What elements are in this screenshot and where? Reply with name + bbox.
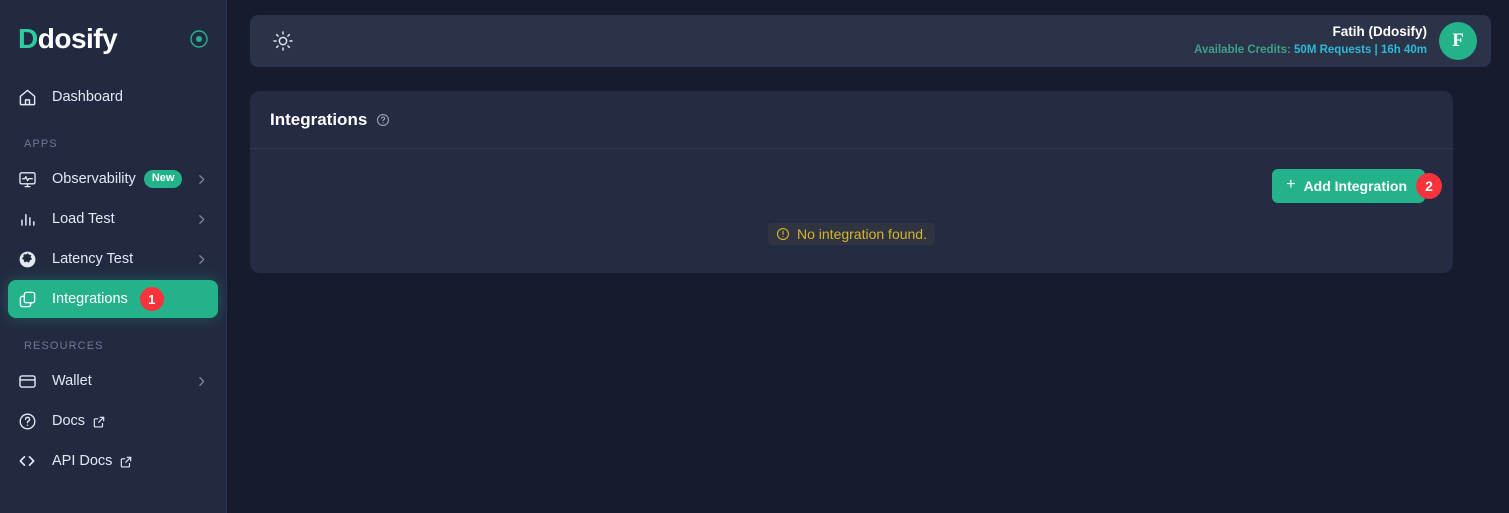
chevron-right-icon [195,375,208,388]
integrations-card: Integrations + Add Integration 2 No inte… [250,91,1453,273]
monitor-pulse-icon [16,168,38,190]
sidebar-item-label: Wallet [52,373,92,389]
card-actions: + Add Integration 2 [270,169,1442,203]
step-badge-1: 1 [139,287,164,311]
sidebar-nav: Dashboard APPS Observability New Load Te… [0,78,226,513]
chevron-right-icon [195,173,208,186]
credits-line: Available Credits: 50M Requests | 16h 40… [1194,43,1427,57]
sidebar-item-dashboard[interactable]: Dashboard [8,78,218,116]
add-integration-wrapper: + Add Integration 2 [1272,169,1442,203]
plus-icon: + [1286,176,1296,193]
sun-icon[interactable] [270,28,296,54]
sidebar-header: Ddosify [0,0,226,78]
sidebar-item-wallet[interactable]: Wallet [8,362,218,400]
add-integration-label: Add Integration [1303,178,1407,194]
sidebar-item-integrations[interactable]: Integrations 1 [8,280,218,318]
sidebar-item-latency-test[interactable]: Latency Test [8,240,218,278]
logo-first-letter: D [18,23,38,54]
warning-circle-icon [776,227,790,241]
credits-label: Available Credits: [1194,44,1291,57]
question-circle-icon [16,410,38,432]
user-area[interactable]: Fatih (Ddosify) Available Credits: 50M R… [1194,22,1477,60]
new-badge: New [143,170,183,188]
sidebar-item-label: Latency Test [52,251,134,267]
card-body: + Add Integration 2 No integration found… [250,149,1453,273]
sidebar-item-observability[interactable]: Observability New [8,160,218,198]
sidebar-item-label: Dashboard [52,89,123,105]
logo-rest: dosify [37,23,118,54]
user-name: Fatih (Ddosify) [1332,24,1428,40]
add-integration-button[interactable]: + Add Integration [1272,169,1425,203]
sidebar-item-label: Integrations [52,291,128,307]
card-header: Integrations [250,91,1453,149]
external-link-icon [119,455,133,469]
sidebar-item-api-docs[interactable]: API Docs [8,442,218,480]
sidebar-section-resources-label: RESOURCES [24,340,104,352]
globe-icon [16,248,38,270]
top-bar: Fatih (Ddosify) Available Credits: 50M R… [250,15,1491,67]
chevron-right-icon [195,253,208,266]
empty-state-message: No integration found. [768,223,935,245]
sidebar-item-load-test[interactable]: Load Test [8,200,218,238]
page-title: Integrations [270,109,368,129]
app-logo[interactable]: Ddosify [18,23,118,54]
chevron-right-icon [195,213,208,226]
empty-state: No integration found. [270,223,1433,245]
external-link-icon [92,415,106,429]
sidebar-item-label: Docs [52,413,86,429]
step-badge-2: 2 [1416,173,1442,199]
integrations-icon [16,288,38,310]
card-icon [16,370,38,392]
sidebar-item-label: Observability [52,171,136,187]
circle-dot-icon[interactable] [188,28,210,50]
avatar[interactable]: F [1439,22,1477,60]
code-brackets-icon [16,450,38,472]
user-info: Fatih (Ddosify) Available Credits: 50M R… [1194,24,1427,57]
credits-value: 50M Requests | 16h 40m [1294,44,1427,57]
home-icon [16,86,38,108]
empty-state-text: No integration found. [797,226,927,242]
main-content: Fatih (Ddosify) Available Credits: 50M R… [227,0,1509,513]
bar-chart-icon [16,208,38,230]
sidebar-item-label: API Docs [52,453,113,469]
question-circle-icon[interactable] [376,113,390,127]
sidebar: Ddosify Dashboard APPS Observability New… [0,0,227,513]
sidebar-item-label: Load Test [52,211,115,227]
sidebar-section-apps-label: APPS [24,138,58,150]
sidebar-item-docs[interactable]: Docs [8,402,218,440]
